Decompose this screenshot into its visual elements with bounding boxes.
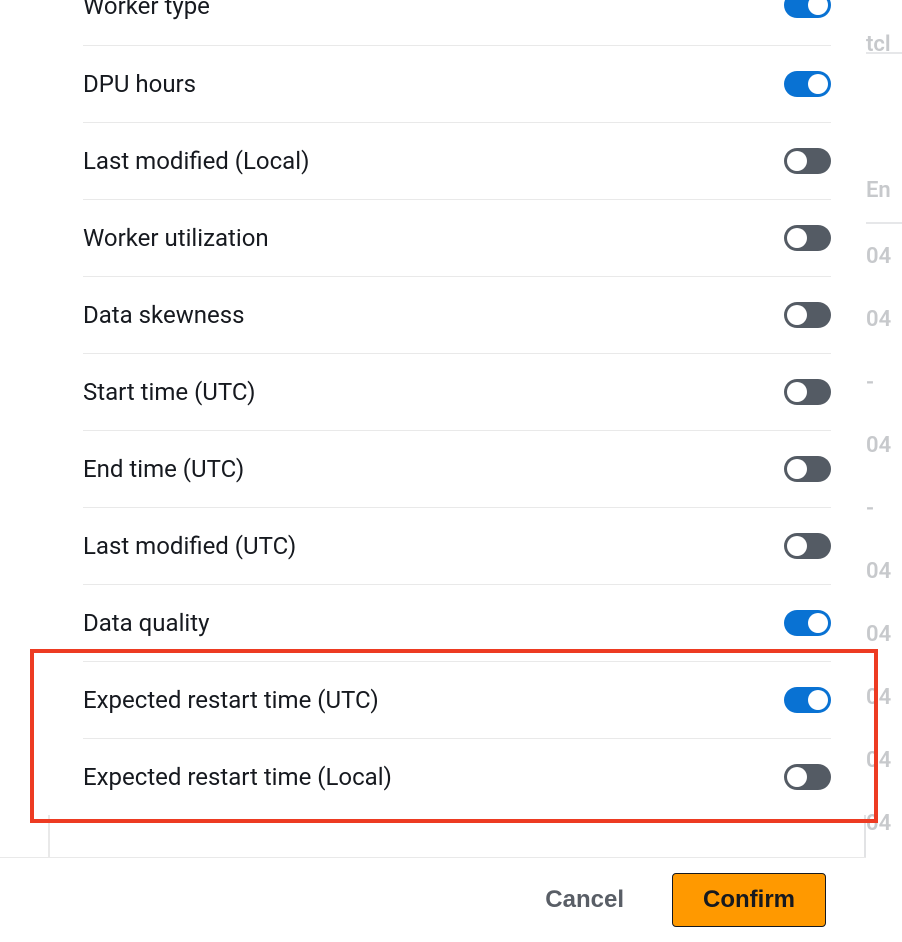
toggle-knob — [808, 613, 828, 633]
toggle-knob — [787, 151, 807, 171]
toggle-end-time-utc[interactable] — [784, 456, 831, 482]
toggle-expected-restart-utc[interactable] — [784, 687, 831, 713]
settings-list: Worker type DPU hours Last modified (Local… — [48, 0, 866, 815]
toggle-last-modified-local[interactable] — [784, 148, 831, 174]
background-cell: 04 — [866, 433, 891, 458]
background-cell: 04 — [866, 811, 891, 836]
toggle-expected-restart-local[interactable] — [784, 764, 831, 790]
setting-row-last-modified-utc: Last modified (UTC) — [83, 507, 831, 584]
background-cell: - — [866, 370, 874, 395]
toggle-data-quality[interactable] — [784, 610, 831, 636]
cancel-button[interactable]: Cancel — [515, 874, 654, 926]
setting-row-expected-restart-utc: Expected restart time (UTC) — [83, 661, 831, 738]
setting-row-start-time-utc: Start time (UTC) — [83, 353, 831, 430]
setting-row-worker-utilization: Worker utilization — [83, 199, 831, 276]
dialog-footer: Cancel Confirm — [0, 857, 866, 942]
setting-row-expected-restart-local: Expected restart time (Local) — [83, 738, 831, 815]
setting-label-start-time-utc: Start time (UTC) — [83, 378, 256, 406]
toggle-knob — [787, 767, 807, 787]
setting-label-data-quality: Data quality — [83, 609, 209, 637]
toggle-knob — [808, 0, 828, 15]
background-cell: 04 — [866, 622, 891, 647]
background-divider — [866, 52, 902, 54]
background-cell: 04 — [866, 748, 891, 773]
setting-label-expected-restart-local: Expected restart time (Local) — [83, 763, 392, 791]
background-cell: En — [866, 178, 891, 203]
setting-label-end-time-utc: End time (UTC) — [83, 455, 244, 483]
confirm-button[interactable]: Confirm — [672, 873, 826, 927]
toggle-knob — [808, 74, 828, 94]
toggle-knob — [787, 536, 807, 556]
background-cell: 04 — [866, 685, 891, 710]
background-cell: 04 — [866, 244, 891, 269]
background-cell: - — [866, 496, 874, 521]
toggle-dpu-hours[interactable] — [784, 71, 831, 97]
setting-label-expected-restart-utc: Expected restart time (UTC) — [83, 686, 379, 714]
setting-row-data-skewness: Data skewness — [83, 276, 831, 353]
background-divider — [866, 222, 902, 224]
toggle-worker-type[interactable] — [784, 0, 831, 18]
setting-label-last-modified-utc: Last modified (UTC) — [83, 532, 296, 560]
toggle-data-skewness[interactable] — [784, 302, 831, 328]
setting-label-worker-utilization: Worker utilization — [83, 224, 269, 252]
setting-label-last-modified-local: Last modified (Local) — [83, 147, 309, 175]
setting-row-data-quality: Data quality — [83, 584, 831, 661]
toggle-knob — [787, 382, 807, 402]
toggle-start-time-utc[interactable] — [784, 379, 831, 405]
background-cell: 04 — [866, 307, 891, 332]
setting-label-worker-type: Worker type — [83, 0, 210, 20]
setting-row-end-time-utc: End time (UTC) — [83, 430, 831, 507]
setting-label-data-skewness: Data skewness — [83, 301, 245, 329]
toggle-knob — [808, 690, 828, 710]
background-cell: 04 — [866, 559, 891, 584]
setting-row-dpu-hours: DPU hours — [83, 45, 831, 122]
toggle-worker-utilization[interactable] — [784, 225, 831, 251]
background-table: tclEn0404-04-0404040404 — [866, 0, 902, 942]
toggle-knob — [787, 305, 807, 325]
column-preferences-dialog: Worker type DPU hours Last modified (Local… — [48, 0, 866, 815]
setting-row-worker-type: Worker type — [83, 0, 831, 45]
setting-row-last-modified-local: Last modified (Local) — [83, 122, 831, 199]
toggle-knob — [787, 459, 807, 479]
toggle-last-modified-utc[interactable] — [784, 533, 831, 559]
setting-label-dpu-hours: DPU hours — [83, 70, 196, 98]
toggle-knob — [787, 228, 807, 248]
